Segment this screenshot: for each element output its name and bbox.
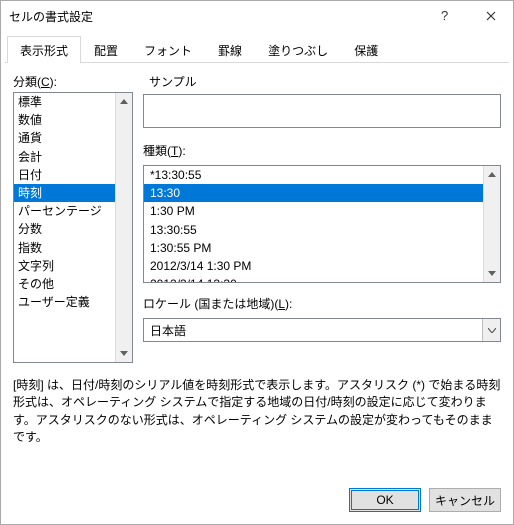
- combo-dropdown-button[interactable]: [482, 319, 500, 341]
- locale-label: ロケール (国または地域)(L):: [143, 295, 501, 312]
- dialog-window: セルの書式設定 ? 表示形式 配置 フォント 罫線 塗りつぶし 保護 分類(C)…: [0, 0, 514, 525]
- scroll-up-icon[interactable]: [484, 166, 500, 183]
- scroll-thumb[interactable]: [486, 183, 498, 265]
- tab-border[interactable]: 罫線: [205, 36, 255, 63]
- sample-label: サンプル: [149, 73, 501, 90]
- tab-pane: 分類(C): 標準 数値 通貨 会計 日付 時刻 パーセンテージ 分数 指数 文…: [1, 63, 513, 478]
- chevron-down-icon: [488, 328, 496, 333]
- list-item[interactable]: 2012/3/14 1:30 PM: [144, 257, 483, 275]
- locale-combobox[interactable]: 日本語: [143, 318, 501, 342]
- upper-area: 分類(C): 標準 数値 通貨 会計 日付 時刻 パーセンテージ 分数 指数 文…: [13, 73, 501, 363]
- svg-text:?: ?: [441, 9, 448, 23]
- list-item[interactable]: 13:30:55: [144, 221, 483, 239]
- window-title: セルの書式設定: [9, 8, 423, 25]
- tab-fill[interactable]: 塗りつぶし: [255, 36, 341, 63]
- right-column: サンプル 種類(T): *13:30:55 13:30 1:30 PM 13:3…: [143, 73, 501, 363]
- help-icon: ?: [441, 9, 451, 23]
- tab-alignment[interactable]: 配置: [81, 36, 131, 63]
- list-item[interactable]: 13:30: [144, 184, 483, 202]
- type-scrollbar[interactable]: [483, 166, 500, 282]
- list-item[interactable]: 1:30 PM: [144, 202, 483, 220]
- cancel-button[interactable]: キャンセル: [429, 488, 501, 512]
- help-button[interactable]: ?: [423, 1, 468, 31]
- type-list-inner: *13:30:55 13:30 1:30 PM 13:30:55 1:30:55…: [144, 166, 483, 282]
- type-label: 種類(T):: [143, 142, 501, 159]
- scroll-down-icon[interactable]: [484, 265, 500, 282]
- category-listbox[interactable]: 標準 数値 通貨 会計 日付 時刻 パーセンテージ 分数 指数 文字列 その他 …: [13, 92, 133, 363]
- dialog-footer: OK キャンセル: [1, 478, 513, 524]
- sample-box: [143, 94, 501, 128]
- close-button[interactable]: [468, 1, 513, 31]
- ok-button[interactable]: OK: [349, 488, 421, 512]
- type-listbox[interactable]: *13:30:55 13:30 1:30 PM 13:30:55 1:30:55…: [143, 165, 501, 283]
- list-item[interactable]: *13:30:55: [144, 166, 483, 184]
- close-icon: [486, 11, 496, 21]
- tab-display-format[interactable]: 表示形式: [7, 36, 81, 63]
- category-scrollbar[interactable]: [115, 93, 132, 362]
- locale-value: 日本語: [144, 322, 482, 339]
- category-column: 分類(C): 標準 数値 通貨 会計 日付 時刻 パーセンテージ 分数 指数 文…: [13, 73, 133, 363]
- titlebar: セルの書式設定 ?: [1, 1, 513, 31]
- category-label: 分類(C):: [13, 73, 133, 90]
- list-item[interactable]: 2012/3/14 13:30: [144, 275, 483, 282]
- description-text: [時刻] は、日付/時刻のシリアル値を時刻形式で表示します。アスタリスク (*)…: [13, 377, 501, 447]
- list-item[interactable]: 1:30:55 PM: [144, 239, 483, 257]
- scroll-down-icon[interactable]: [116, 345, 132, 362]
- tab-font[interactable]: フォント: [131, 36, 205, 63]
- scroll-up-icon[interactable]: [116, 93, 132, 110]
- tab-protection[interactable]: 保護: [341, 36, 391, 63]
- tab-strip: 表示形式 配置 フォント 罫線 塗りつぶし 保護: [5, 33, 509, 63]
